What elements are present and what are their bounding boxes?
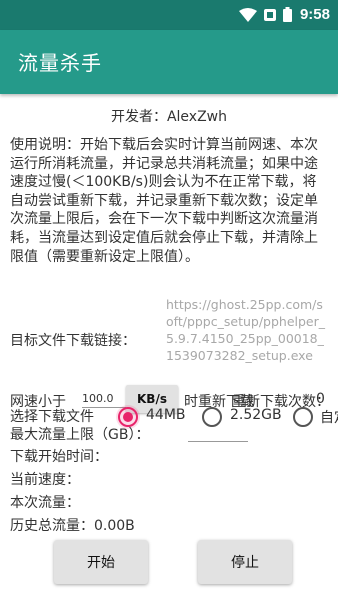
start-time-label: 下载开始时间：	[10, 449, 108, 465]
target-url-label: 目标文件下载链接：	[10, 333, 136, 349]
wifi-icon	[238, 7, 257, 22]
stop-button[interactable]: 停止	[198, 540, 292, 584]
option-2-52gb-label: 2.52GB	[230, 407, 282, 423]
option-44mb-label: 44MB	[146, 407, 186, 423]
battery-icon	[282, 7, 292, 22]
status-bar: 9:58	[0, 0, 338, 30]
developer-label: 开发者：AlexZwh	[110, 109, 228, 125]
status-icons: 9:58	[238, 6, 330, 23]
radio-custom[interactable]	[293, 407, 313, 427]
current-speed-label: 当前速度：	[10, 472, 80, 488]
option-custom-label: 自定义	[320, 410, 338, 426]
usage-instructions: 使用说明：开始下载后会实时计算当前网速、本次运行所消耗流量，并记录总共消耗流量；…	[10, 137, 318, 265]
notification-icon	[263, 8, 276, 21]
app-bar: 流量杀手	[0, 30, 338, 94]
session-traffic-label: 本次流量：	[10, 495, 80, 511]
app-title: 流量杀手	[18, 51, 102, 75]
status-time: 9:58	[299, 6, 330, 23]
radio-2-52gb[interactable]	[202, 407, 222, 427]
max-limit-label: 最大流量上限（GB）：	[10, 427, 150, 443]
start-button[interactable]: 开始	[54, 540, 148, 584]
redownload-count-value: 0	[316, 391, 325, 407]
max-limit-input[interactable]	[188, 441, 248, 442]
file-select-label: 选择下载文件	[10, 409, 94, 425]
total-traffic-label: 历史总流量：0.00B	[10, 518, 135, 534]
target-url-field[interactable]: https://ghost.25pp.com/soft/pppc_setup/p…	[166, 296, 328, 364]
